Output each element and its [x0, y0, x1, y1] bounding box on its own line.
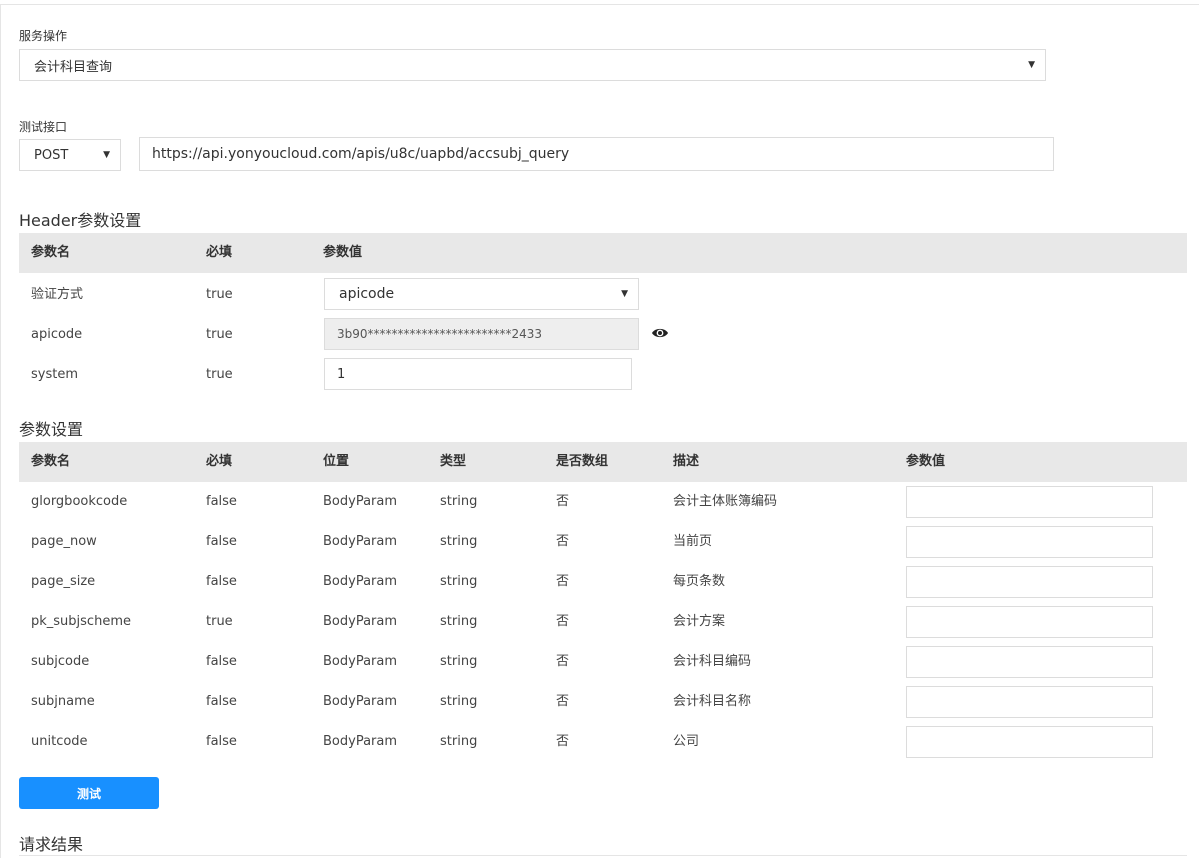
param-position: BodyParam — [323, 694, 398, 709]
col-description: 描述 — [673, 454, 700, 469]
param-position: BodyParam — [323, 734, 398, 749]
col-param-value: 参数值 — [323, 245, 363, 260]
col-param-value: 参数值 — [906, 454, 946, 469]
params-table-head: 参数名 必填 位置 类型 是否数组 描述 参数值 — [19, 442, 1187, 482]
param-type: string — [440, 574, 478, 589]
table-row: unitcode false BodyParam string 否 公司 — [19, 722, 1187, 762]
param-description: 会计主体账簿编码 — [673, 494, 778, 509]
col-required: 必填 — [206, 245, 233, 260]
service-select[interactable]: 会计科目查询 ▼ — [19, 49, 1046, 81]
param-type: string — [440, 534, 478, 549]
header-section-title: Header参数设置 — [19, 211, 142, 230]
method-select-value: POST — [34, 147, 69, 163]
url-input-value: https://api.yonyoucloud.com/apis/u8c/uap… — [152, 146, 570, 162]
params-section-title: 参数设置 — [19, 420, 84, 439]
param-is-array: 否 — [556, 614, 570, 629]
param-is-array: 否 — [556, 734, 570, 749]
param-position: BodyParam — [323, 494, 398, 509]
header-param-required: true — [206, 327, 233, 342]
param-description: 会计方案 — [673, 614, 726, 629]
param-description: 会计科目名称 — [673, 694, 752, 709]
header-param-name: system — [31, 367, 78, 382]
param-value-input[interactable] — [906, 686, 1153, 718]
table-row: page_size false BodyParam string 否 每页条数 — [19, 562, 1187, 602]
col-position: 位置 — [323, 454, 350, 469]
param-name: page_now — [31, 534, 97, 549]
param-value-input[interactable] — [906, 566, 1153, 598]
param-required: false — [206, 694, 237, 709]
col-type: 类型 — [440, 454, 467, 469]
table-row: glorgbookcode false BodyParam string 否 会… — [19, 482, 1187, 522]
param-name: pk_subjscheme — [31, 614, 131, 629]
endpoint-label: 测试接口 — [19, 120, 68, 134]
param-required: false — [206, 534, 237, 549]
param-name: page_size — [31, 574, 96, 589]
param-value-input[interactable] — [906, 726, 1153, 758]
param-value-input[interactable] — [906, 606, 1153, 638]
param-name: subjcode — [31, 654, 90, 669]
param-type: string — [440, 694, 478, 709]
eye-icon[interactable] — [651, 326, 669, 340]
table-row: subjname false BodyParam string 否 会计科目名称 — [19, 682, 1187, 722]
test-button[interactable]: 测试 — [19, 777, 159, 809]
param-required: true — [206, 614, 233, 629]
caret-down-icon: ▼ — [1028, 60, 1035, 70]
system-input[interactable]: 1 — [324, 358, 632, 390]
param-description: 每页条数 — [673, 574, 726, 589]
param-is-array: 否 — [556, 694, 570, 709]
result-divider — [19, 855, 1187, 856]
service-select-value: 会计科目查询 — [34, 59, 113, 75]
param-position: BodyParam — [323, 614, 398, 629]
param-type: string — [440, 494, 478, 509]
system-input-value: 1 — [337, 366, 346, 382]
param-description: 公司 — [673, 734, 700, 749]
auth-method-value: apicode — [339, 286, 395, 302]
auth-method-select[interactable]: apicode ▼ — [324, 278, 639, 310]
param-is-array: 否 — [556, 654, 570, 669]
param-value-input[interactable] — [906, 526, 1153, 558]
param-value-input[interactable] — [906, 646, 1153, 678]
url-input[interactable]: https://api.yonyoucloud.com/apis/u8c/uap… — [139, 137, 1054, 171]
caret-down-icon: ▼ — [621, 289, 628, 299]
col-param-name: 参数名 — [31, 454, 71, 469]
col-param-name: 参数名 — [31, 245, 71, 260]
param-type: string — [440, 654, 478, 669]
col-required: 必填 — [206, 454, 233, 469]
service-label: 服务操作 — [19, 29, 68, 43]
param-position: BodyParam — [323, 654, 398, 669]
apicode-input[interactable]: 3b90************************2433 — [324, 318, 639, 350]
result-section-title: 请求结果 — [19, 835, 84, 854]
table-row: subjcode false BodyParam string 否 会计科目编码 — [19, 642, 1187, 682]
param-required: false — [206, 734, 237, 749]
param-name: glorgbookcode — [31, 494, 128, 509]
method-select[interactable]: POST ▼ — [19, 139, 121, 171]
apicode-input-value: 3b90************************2433 — [337, 327, 543, 341]
header-param-name: apicode — [31, 327, 83, 342]
param-description: 会计科目编码 — [673, 654, 752, 669]
param-name: subjname — [31, 694, 95, 709]
param-position: BodyParam — [323, 534, 398, 549]
param-type: string — [440, 614, 478, 629]
param-required: false — [206, 574, 237, 589]
header-param-required: true — [206, 287, 233, 302]
table-row: pk_subjscheme true BodyParam string 否 会计… — [19, 602, 1187, 642]
header-param-required: true — [206, 367, 233, 382]
param-required: false — [206, 654, 237, 669]
param-is-array: 否 — [556, 574, 570, 589]
table-row: page_now false BodyParam string 否 当前页 — [19, 522, 1187, 562]
caret-down-icon: ▼ — [103, 150, 110, 160]
param-position: BodyParam — [323, 574, 398, 589]
param-is-array: 否 — [556, 534, 570, 549]
header-table-head: 参数名 必填 参数值 — [19, 233, 1187, 273]
param-is-array: 否 — [556, 494, 570, 509]
col-is-array: 是否数组 — [556, 454, 609, 469]
param-description: 当前页 — [673, 534, 713, 549]
header-param-name: 验证方式 — [31, 287, 84, 302]
param-type: string — [440, 734, 478, 749]
param-name: unitcode — [31, 734, 88, 749]
param-required: false — [206, 494, 237, 509]
param-value-input[interactable] — [906, 486, 1153, 518]
